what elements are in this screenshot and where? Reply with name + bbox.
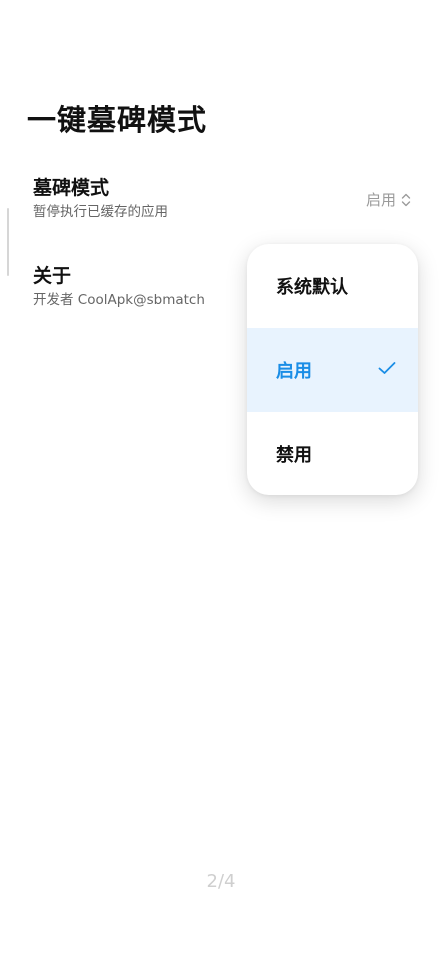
setting-title: 墓碑模式 [33,177,110,199]
dropdown-option-label: 启用 [276,361,312,382]
dropdown-option-system-default[interactable]: 系统默认 [247,244,418,328]
dropdown-option-enabled[interactable]: 启用 [247,328,418,412]
setting-tombstone-mode[interactable]: 墓碑模式 暂停执行已缓存的应用 启用 [0,170,442,232]
setting-title: 关于 [33,265,72,287]
setting-subtitle: 暂停执行已缓存的应用 [33,204,168,220]
mode-value: 启用 [365,191,396,209]
dropdown-option-disabled[interactable]: 禁用 [247,412,418,495]
mode-dropdown-menu: 系统默认 启用 禁用 [247,244,418,495]
check-icon [378,362,396,374]
mode-value-selector[interactable]: 启用 [366,190,412,210]
setting-subtitle: 开发者 CoolApk@sbmatch [33,292,205,308]
page-title: 一键墓碑模式 [27,103,208,137]
updown-chevron-icon [401,193,411,207]
page-indicator: 2/4 [206,871,236,892]
